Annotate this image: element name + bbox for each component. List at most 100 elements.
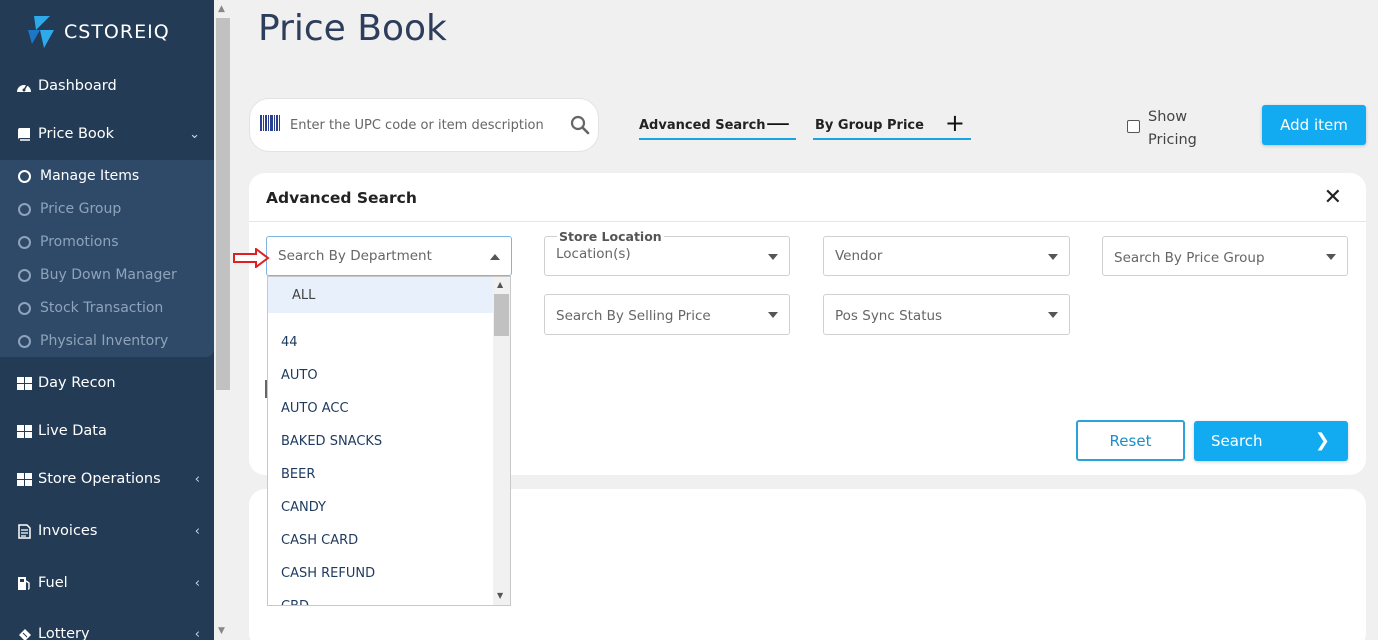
circle-icon [18,334,31,348]
group-price-toggle[interactable]: By Group Price + [813,109,971,140]
selling-price-select[interactable]: Search By Selling Price [544,294,790,335]
show-pricing-checkbox[interactable]: Show Pricing [1127,106,1197,152]
close-icon[interactable]: ✕ [1324,185,1342,210]
list-item[interactable]: BAKED SNACKS [268,425,494,458]
department-placeholder: Search By Department [278,248,432,264]
sidebar-item-label: Live Data [38,423,107,439]
list-item[interactable]: AUTO ACC [268,392,494,425]
scroll-down-icon[interactable]: ▼ [218,626,225,636]
upc-search-input[interactable] [290,117,570,133]
caret-down-icon [1048,254,1058,260]
pos-sync-select[interactable]: Pos Sync Status [823,294,1070,335]
store-location-value: Location(s) [556,246,631,262]
submenu-item-label: Buy Down Manager [40,267,177,283]
plus-icon: + [944,109,965,137]
department-select[interactable]: Search By Department [266,236,512,276]
submenu-item-label: Promotions [40,234,119,250]
show-pricing-label-line2: Pricing [1148,132,1197,148]
sidebar-item-live-data[interactable]: Live Data [0,411,214,451]
submenu-item-label: Physical Inventory [40,333,169,349]
grid-icon [16,472,32,486]
upc-search-box [249,98,599,152]
sidebar-item-day-recon[interactable]: Day Recon [0,363,214,403]
list-item[interactable]: CASH CARD [268,524,494,557]
vendor-select[interactable]: Vendor [823,236,1070,276]
sidebar-item-label: Dashboard [38,78,117,94]
grid-icon [16,376,32,390]
caret-down-icon [768,312,778,318]
submenu-item-stock-transaction[interactable]: Stock Transaction [18,296,163,320]
dropdown-scrollbar[interactable]: ▲ ▼ [493,277,510,605]
chevron-left-icon: ‹ [194,471,200,487]
scroll-up-icon[interactable]: ▲ [497,280,503,289]
barcode-icon [260,115,280,135]
add-item-button[interactable]: Add item [1262,105,1366,145]
submenu-item-label: Price Group [40,201,122,217]
scrollbar-thumb[interactable] [216,18,230,390]
submenu-item-physical-inventory[interactable]: Physical Inventory [18,329,168,353]
pos-sync-placeholder: Pos Sync Status [835,307,943,324]
sidebar-item-label: Price Book [38,126,115,142]
chevron-right-icon: ❯ [1314,430,1330,451]
sidebar-item-lottery[interactable]: Lottery ‹ [0,614,214,640]
invoice-icon [16,523,32,539]
panel-title: Advanced Search [266,189,417,207]
selling-price-placeholder: Search By Selling Price [556,307,711,324]
sidebar-item-label: Store Operations [38,471,161,487]
list-item[interactable]: CBD [268,590,494,605]
price-group-select[interactable]: Search By Price Group [1102,236,1348,276]
price-group-placeholder: Search By Price Group [1114,250,1265,266]
chevron-left-icon: ‹ [194,523,200,539]
caret-down-icon [1048,312,1058,318]
search-icon[interactable] [570,115,590,139]
circle-icon [18,169,31,183]
list-item[interactable]: CANDY [268,491,494,524]
grid-icon [16,424,32,438]
sidebar-item-store-operations[interactable]: Store Operations ‹ [0,459,214,499]
department-dropdown-list[interactable]: ALL 44 AUTO AUTO ACC BAKED SNACKS BEER C… [267,276,511,606]
store-location-label: Store Location [557,229,664,244]
page-title: Price Book [258,8,447,49]
sidebar-item-label: Day Recon [38,375,116,391]
caret-down-icon [1326,254,1336,260]
chevron-down-icon: ⌄ [189,126,200,142]
caret-down-icon [768,254,778,260]
sidebar-item-fuel[interactable]: Fuel ‹ [0,563,214,603]
red-arrow-icon [232,247,270,272]
sidebar: CSTOREIQ Dashboard Price Book ⌄ Manage I… [0,0,214,640]
list-item[interactable]: BEER [268,458,494,491]
list-item[interactable]: 44 [268,326,494,359]
caret-up-icon [490,254,500,260]
checkbox[interactable] [1127,120,1140,133]
submenu-item-manage-items[interactable]: Manage Items [18,164,139,188]
advanced-search-toggle[interactable]: Advanced Search — [639,109,796,140]
sidebar-item-dashboard[interactable]: Dashboard [0,66,214,106]
list-item[interactable]: AUTO [268,359,494,392]
brand-logo[interactable]: CSTOREIQ [26,14,170,50]
minus-icon: — [766,109,790,137]
reset-button[interactable]: Reset [1076,420,1185,461]
logo-icon [26,14,56,50]
scroll-down-icon[interactable]: ▼ [497,591,503,600]
sidebar-item-label: Invoices [38,523,98,539]
sidebar-item-label: Fuel [38,575,68,591]
chevron-left-icon: ‹ [194,626,200,640]
sidebar-item-invoices[interactable]: Invoices ‹ [0,511,214,551]
submenu-item-promotions[interactable]: Promotions [18,230,119,254]
submenu-item-label: Stock Transaction [40,300,164,316]
search-button[interactable]: Search ❯ [1194,421,1348,461]
submenu-item-buy-down-manager[interactable]: Buy Down Manager [18,263,177,287]
store-location-select[interactable]: Store Location Location(s) [544,229,790,276]
scroll-up-icon[interactable]: ▲ [218,4,225,14]
page-scrollbar[interactable]: ▲ ▼ [214,0,232,640]
group-price-label: By Group Price [815,117,924,133]
search-button-label: Search [1211,432,1263,450]
submenu-item-price-group[interactable]: Price Group [18,197,121,221]
advanced-search-label: Advanced Search [639,117,766,133]
brand-name: CSTOREIQ [64,21,170,43]
vendor-placeholder: Vendor [835,248,883,264]
scrollbar-thumb[interactable] [494,294,509,336]
sidebar-item-price-book[interactable]: Price Book ⌄ [0,114,214,154]
list-item[interactable]: CASH REFUND [268,557,494,590]
list-item[interactable]: ALL [268,277,494,313]
